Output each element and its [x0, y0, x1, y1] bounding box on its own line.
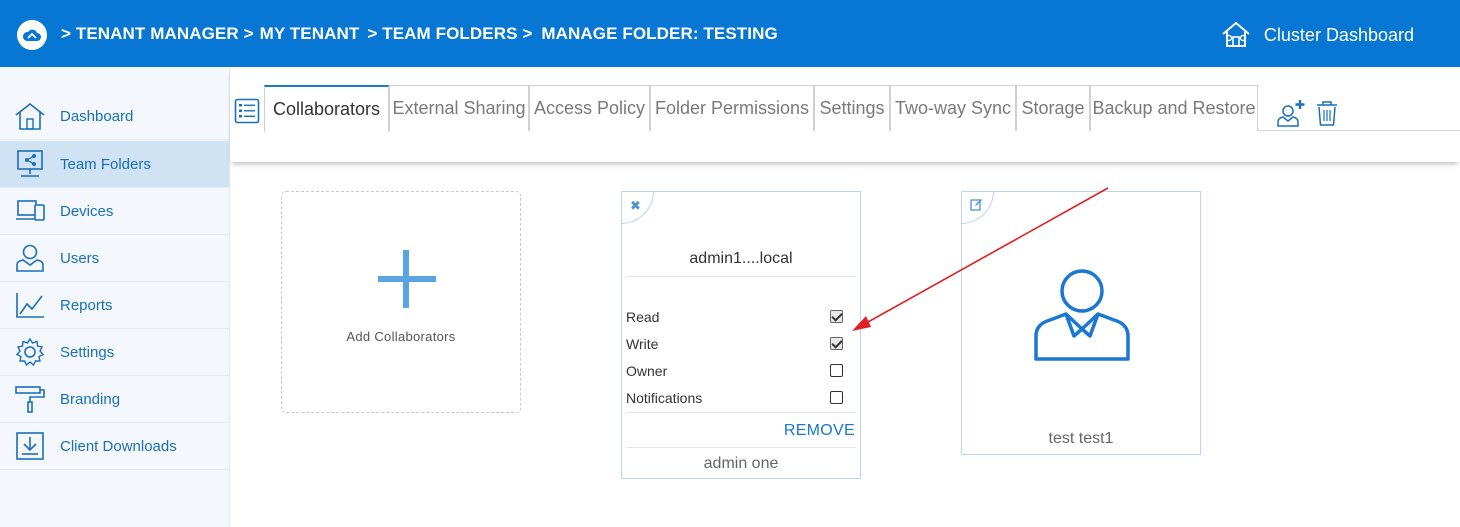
sidebar-item-settings[interactable]: Settings: [0, 329, 229, 376]
cluster-dashboard-label: Cluster Dashboard: [1263, 24, 1414, 45]
collaborator-name: admin one: [703, 455, 779, 472]
divider: [626, 412, 856, 413]
owner-checkbox[interactable]: [830, 364, 843, 377]
chart-icon: [16, 293, 44, 318]
divider: [626, 447, 856, 448]
breadcrumb-team-folders[interactable]: > TEAM FOLDERS >: [367, 24, 532, 44]
read-checkbox[interactable]: [830, 310, 843, 323]
sidebar-item-label: Client Downloads: [60, 438, 177, 455]
top-bar: > TENANT MANAGER > MY TENANT > TEAM FOLD…: [0, 0, 1460, 67]
sidebar-item-branding[interactable]: Branding: [0, 376, 229, 423]
user-name: test test1: [1048, 430, 1114, 447]
add-user-icon[interactable]: [1277, 99, 1305, 127]
sidebar-item-dashboard[interactable]: Dashboard: [0, 93, 229, 140]
tab-storage[interactable]: Storage: [1016, 85, 1090, 131]
user-card[interactable]: test test1: [961, 191, 1201, 455]
permission-label: Notifications: [626, 390, 703, 406]
breadcrumb: > TENANT MANAGER > MY TENANT > TEAM FOLD…: [61, 24, 784, 44]
permission-label: Write: [626, 336, 659, 352]
sidebar-item-label: Settings: [60, 344, 115, 361]
sidebar-item-devices[interactable]: Devices: [0, 188, 229, 235]
permission-row-owner: Owner: [626, 363, 848, 379]
notifications-checkbox[interactable]: [830, 391, 843, 404]
breadcrumb-tenant-manager[interactable]: > TENANT MANAGER >: [61, 24, 254, 44]
download-icon: [16, 432, 44, 460]
sidebar-item-users[interactable]: Users: [0, 235, 229, 282]
cloud-logo-icon[interactable]: [17, 20, 47, 50]
sidebar-item-label: Team Folders: [60, 156, 151, 173]
add-collaborators-label: Add Collaborators: [346, 329, 456, 344]
collaborator-email: admin1....local: [689, 250, 793, 267]
sidebar-item-label: Users: [60, 250, 100, 267]
add-collaborators-card[interactable]: Add Collaborators: [281, 191, 521, 413]
sidebar-item-client-downloads[interactable]: Client Downloads: [0, 423, 229, 470]
divider: [626, 276, 856, 277]
devices-icon: [16, 200, 45, 221]
remove-button[interactable]: REMOVE: [784, 422, 855, 440]
sidebar-item-reports[interactable]: Reports: [0, 282, 229, 329]
permission-label: Owner: [626, 363, 668, 379]
sidebar-item-label: Devices: [60, 203, 114, 220]
write-checkbox[interactable]: [830, 337, 843, 350]
trash-icon[interactable]: [1313, 99, 1341, 127]
breadcrumb-my-tenant[interactable]: MY TENANT: [260, 24, 360, 44]
sidebar: Dashboard Team Folders Devices Users Rep…: [0, 67, 230, 527]
cluster-dashboard-link[interactable]: Cluster Dashboard: [1220, 21, 1414, 49]
permission-row-read: Read: [626, 309, 848, 325]
close-icon[interactable]: ✖: [621, 191, 654, 224]
tab-settings[interactable]: Settings: [814, 85, 890, 131]
user-icon: [16, 244, 44, 272]
gear-icon: [15, 337, 45, 367]
sidebar-item-label: Branding: [60, 391, 121, 408]
plus-icon: [378, 250, 436, 308]
tab-bar: Collaborators External Sharing Access Po…: [230, 67, 1460, 162]
tab-two-way-sync[interactable]: Two-way Sync: [890, 85, 1016, 131]
breadcrumb-current-folder: MANAGE FOLDER: TESTING: [541, 24, 778, 43]
permission-row-write: Write: [626, 336, 848, 352]
user-avatar-icon: [1034, 269, 1130, 361]
permission-row-notifications: Notifications: [626, 390, 848, 406]
tab-external-sharing[interactable]: External Sharing: [389, 85, 529, 131]
edit-icon[interactable]: [961, 191, 994, 224]
sidebar-item-label: Dashboard: [60, 108, 134, 125]
folder-share-icon: [17, 150, 43, 177]
house-icon: [15, 102, 45, 130]
paint-roller-icon: [15, 386, 45, 413]
collaborator-card: ✖ admin1....local Read Write Owner Notif…: [621, 191, 861, 479]
permission-label: Read: [626, 309, 660, 325]
tab-access-policy[interactable]: Access Policy: [529, 85, 650, 131]
sidebar-item-team-folders[interactable]: Team Folders: [0, 141, 229, 188]
tab-collaborators[interactable]: Collaborators: [264, 85, 389, 132]
house-network-icon: [1222, 21, 1250, 47]
tab-folder-permissions[interactable]: Folder Permissions: [650, 85, 814, 131]
list-view-icon[interactable]: [234, 98, 260, 124]
tab-backup-and-restore[interactable]: Backup and Restore: [1090, 85, 1258, 131]
sidebar-item-label: Reports: [60, 297, 113, 314]
